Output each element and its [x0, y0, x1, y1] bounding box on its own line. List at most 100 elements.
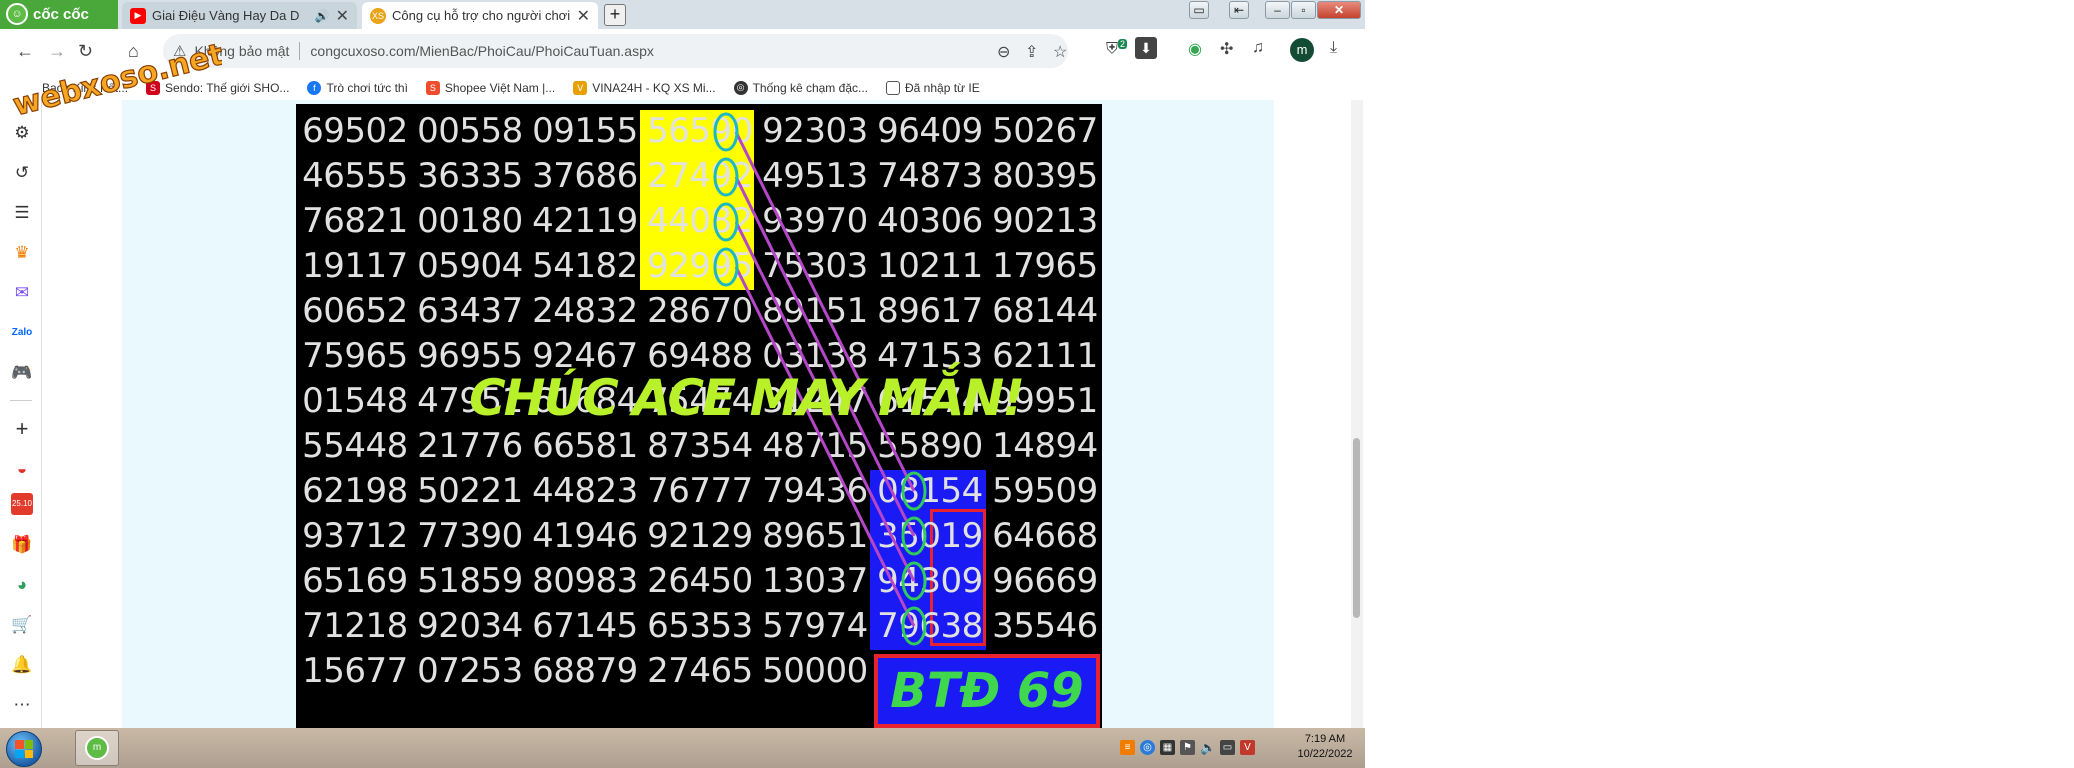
shopee-icon: S — [425, 80, 440, 95]
crown-icon[interactable]: ♛ — [11, 242, 33, 264]
number-cell: 71218 — [302, 606, 408, 646]
number-cell: 09155 — [532, 111, 638, 151]
media-queue-icon[interactable]: ♫ — [1252, 39, 1264, 57]
extension-badge: 2 — [1118, 39, 1128, 49]
bell-icon[interactable]: 🔔 — [11, 654, 33, 676]
number-cell: 01548 — [302, 381, 408, 421]
number-cell: 19117 — [302, 246, 408, 286]
bookmark-item[interactable]: Đã nhập từ IE — [886, 80, 980, 95]
more-icon[interactable]: ⋯ — [11, 694, 33, 716]
speaker-icon[interactable]: 🔊 — [315, 9, 330, 23]
maximize-button[interactable]: ▫ — [1291, 1, 1316, 19]
cart-icon[interactable]: 🛒 — [11, 614, 33, 636]
add-icon[interactable]: + — [11, 418, 33, 440]
taskbar-browser-button[interactable]: m — [75, 730, 119, 766]
star-icon[interactable]: ☆ — [1053, 42, 1067, 62]
tray-globe-icon[interactable]: ◎ — [1140, 740, 1155, 755]
number-cell: 60652 — [302, 291, 408, 331]
start-button[interactable] — [6, 731, 42, 767]
tray-flag-icon[interactable]: ⚑ — [1180, 740, 1195, 755]
reading-list-icon[interactable]: ☰ — [11, 202, 33, 224]
tray-app-icon[interactable]: ≡ — [1120, 740, 1135, 755]
close-tab-icon[interactable]: ✕ — [577, 6, 590, 26]
extension-shield-icon[interactable]: ⛨ 2 — [1106, 39, 1128, 58]
number-cell: 49513 — [762, 156, 868, 196]
number-cell: 62198 — [302, 471, 408, 511]
clock-time: 7:19 AM — [1304, 733, 1346, 745]
number-cell: 50267 — [992, 111, 1098, 151]
chat-icon[interactable]: ◕ — [11, 574, 33, 596]
tab-title: Giai Điệu Vàng Hay Da D — [152, 8, 300, 23]
number-cell: 14894 — [992, 426, 1098, 466]
minimize-button[interactable]: – — [1265, 1, 1290, 19]
number-cell: 69502 — [302, 111, 408, 151]
number-cell: 27492 — [647, 156, 753, 196]
tray-volume-icon[interactable]: 🔈 — [1200, 740, 1216, 755]
history-icon[interactable]: ↺ — [11, 162, 33, 184]
number-cell: 48715 — [762, 426, 868, 466]
avatar[interactable]: m — [1290, 38, 1314, 62]
windows-icon — [15, 740, 33, 758]
number-cell: 44082 — [647, 201, 753, 241]
number-cell: 68144 — [992, 291, 1098, 331]
number-cell: 28670 — [647, 291, 753, 331]
bookmark-label: VINA24H - KQ XS Mi... — [592, 80, 716, 95]
svg-text:webxoso.net: webxoso.net — [10, 37, 222, 115]
zalo-icon[interactable]: Zalo — [11, 322, 33, 344]
number-cell: 87354 — [647, 426, 753, 466]
bookmark-label: Shopee Việt Nam |... — [444, 80, 556, 95]
scrollbar[interactable] — [1351, 100, 1363, 728]
download-icon[interactable]: ⤓ — [1330, 39, 1337, 57]
tab-congcuxoso[interactable]: XS Công cụ hỗ trợ cho người chơi ✕ — [362, 2, 598, 29]
messenger-icon[interactable]: ✉ — [11, 282, 33, 304]
number-cell: 08154 — [877, 471, 983, 511]
number-cell: 89651 — [762, 516, 868, 556]
save-download-icon[interactable]: ⬇ — [1135, 37, 1157, 59]
new-tab-button[interactable]: + — [604, 4, 626, 26]
back-window-icon[interactable]: ⇤ — [1229, 1, 1249, 19]
address-bar[interactable]: ⚠ Không bảo mật congcuxoso.com/MienBac/P… — [163, 34, 1068, 68]
tray-network-icon[interactable]: ▦ — [1160, 740, 1175, 755]
share-icon[interactable]: ⇪ — [1025, 42, 1038, 62]
number-cell: 44823 — [532, 471, 638, 511]
chrome-store-icon[interactable]: ◉ — [1188, 39, 1202, 59]
number-cell: 55448 — [302, 426, 408, 466]
bookmark-item[interactable]: S Shopee Việt Nam |... — [425, 80, 556, 95]
facebook-icon: f — [307, 80, 322, 95]
number-cell: 92995 — [647, 246, 753, 286]
close-tab-icon[interactable]: ✕ — [336, 6, 349, 26]
gear-icon[interactable]: ⚙ — [11, 122, 33, 144]
number-cell: 07253 — [417, 651, 523, 691]
bookmark-item[interactable]: V VINA24H - KQ XS Mi... — [573, 80, 716, 95]
number-cell: 42119 — [532, 201, 638, 241]
number-cell: 80983 — [532, 561, 638, 601]
scrollbar-thumb[interactable] — [1353, 438, 1360, 618]
number-cell: 89151 — [762, 291, 868, 331]
number-cell: 94309 — [877, 561, 983, 601]
number-cell: 55890 — [877, 426, 983, 466]
screen-icon[interactable]: ▭ — [1189, 1, 1209, 19]
calendar-badge[interactable]: 25.10 — [11, 493, 33, 515]
game-controller-icon[interactable]: 🎮 — [11, 362, 33, 384]
zoom-out-icon[interactable]: ⊖ — [997, 42, 1010, 62]
prediction-text: BTĐ 69 — [890, 663, 1084, 719]
bookmark-item[interactable]: f Trò chơi tức thì — [307, 80, 408, 95]
gift-icon[interactable]: 🎁 — [11, 534, 33, 556]
number-cell: 59509 — [992, 471, 1098, 511]
bookmark-item[interactable]: ◎ Thống kê chạm đặc... — [733, 80, 868, 95]
browser-window: ☺ cốc cốc ▶ Giai Điệu Vàng Hay Da D 🔊 ✕ … — [0, 0, 1365, 728]
browser-logo[interactable]: ☺ cốc cốc — [6, 3, 89, 25]
screenshot: ☺ cốc cốc ▶ Giai Điệu Vàng Hay Da D 🔊 ✕ … — [0, 0, 2074, 768]
number-cell: 66581 — [532, 426, 638, 466]
side-panel: ⚙ ↺ ☰ ♛ ✉ Zalo 🎮 + ◒ 25.10 🎁 ◕ 🛒 🔔 ⋯ — [0, 100, 42, 728]
puzzle-icon[interactable]: ✣ — [1220, 39, 1233, 59]
number-cell: 50000 — [762, 651, 868, 691]
number-cell: 24832 — [532, 291, 638, 331]
number-cell: 26450 — [647, 561, 753, 601]
url-text[interactable]: congcuxoso.com/MienBac/PhoiCau/PhoiCauTu… — [310, 43, 653, 59]
close-window-button[interactable]: ✕ — [1317, 1, 1361, 19]
system-clock[interactable]: 7:19 AM 10/22/2022 — [1295, 732, 1355, 762]
shopping-icon[interactable]: ◒ — [11, 458, 33, 480]
tray-v-icon[interactable]: V — [1240, 740, 1255, 755]
tray-display-icon[interactable]: ▭ — [1220, 740, 1235, 755]
